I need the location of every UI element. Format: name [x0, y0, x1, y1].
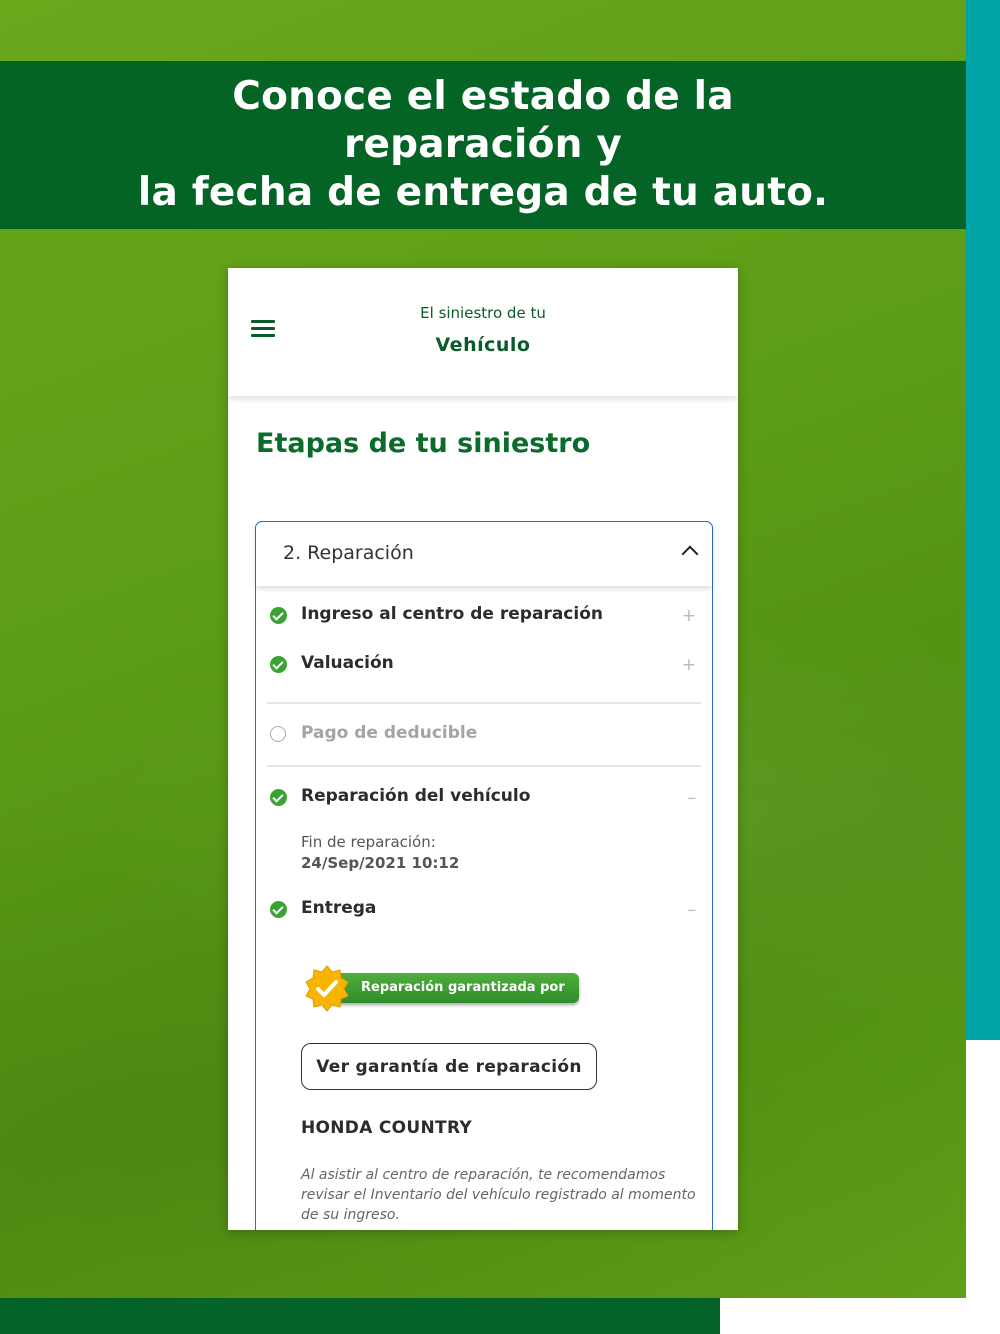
- step-label: Pago de deducible: [301, 723, 478, 743]
- badge-text: Reparación garantizada por HDI: [331, 973, 579, 1025]
- promo-banner: Conoce el estado de la reparación y la f…: [0, 61, 966, 229]
- white-corner: [966, 1040, 1000, 1334]
- collapse-minus-icon[interactable]: –: [688, 900, 697, 920]
- divider: [267, 702, 701, 704]
- banner-title-line2: la fecha de entrega de tu auto.: [137, 170, 829, 215]
- check-circle-icon: [270, 656, 287, 673]
- warranty-badge: Reparación garantizada por HDI: [303, 964, 583, 1025]
- repair-stage-panel: 2. Reparación Ingreso al centro de repar…: [255, 521, 713, 1230]
- inventory-note: Al asistir al centro de reparación, te r…: [301, 1167, 696, 1223]
- check-circle-icon: [270, 789, 287, 806]
- bottom-white-area: [720, 1298, 1000, 1334]
- collapse-minus-icon[interactable]: –: [688, 788, 697, 808]
- empty-circle-icon: [270, 726, 286, 742]
- expand-plus-icon[interactable]: +: [682, 655, 696, 675]
- repair-end-value: 24/Sep/2021 10:12: [301, 854, 460, 872]
- step-label: Ingreso al centro de reparación: [301, 604, 603, 624]
- step-label: Entrega: [301, 898, 377, 918]
- car-model: HONDA COUNTRY: [301, 1118, 473, 1138]
- banner-title: Conoce el estado de la reparación y la f…: [123, 73, 843, 217]
- step-label: Valuación: [301, 653, 394, 673]
- banner-title-line1: Conoce el estado de la reparación y: [232, 74, 734, 167]
- check-circle-icon: [270, 607, 287, 624]
- repair-end-label: Fin de reparación:: [301, 833, 436, 851]
- expand-plus-icon[interactable]: +: [682, 606, 696, 626]
- panel-header-reparacion[interactable]: 2. Reparación: [256, 522, 712, 586]
- divider: [267, 765, 701, 767]
- page-title: Etapas de tu siniestro: [256, 428, 591, 459]
- chevron-up-icon[interactable]: [681, 545, 699, 563]
- check-circle-icon: [270, 901, 287, 918]
- bottom-green-bar: [0, 1298, 720, 1334]
- teal-accent-strip: [966, 0, 1000, 1040]
- header-subtitle: El siniestro de tu: [420, 304, 546, 322]
- header-title: Vehículo: [435, 334, 531, 356]
- view-warranty-button[interactable]: Ver garantía de reparación: [301, 1043, 597, 1090]
- step-label: Reparación del vehículo: [301, 786, 531, 806]
- seal-check-icon: [305, 965, 349, 1012]
- panel-header-label: 2. Reparación: [283, 542, 414, 564]
- app-header: El siniestro de tu Vehículo: [228, 268, 738, 396]
- phone-screen: El siniestro de tu Vehículo Etapas de tu…: [228, 268, 738, 1230]
